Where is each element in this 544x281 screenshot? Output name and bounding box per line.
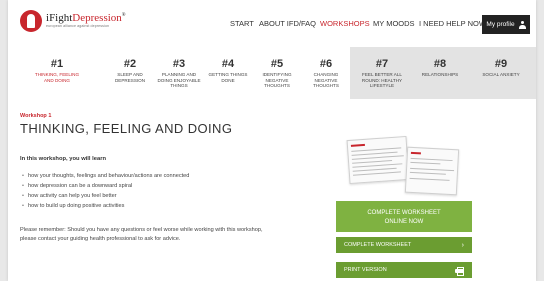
profile-label: My profile [486,21,515,28]
logo-name: iFightDepression® [46,13,126,24]
brand-logo[interactable]: iFightDepression® european alliance agai… [20,10,126,32]
nav-start[interactable]: START [230,19,254,28]
tab-label: FEEL BETTER ALL ROUND: HEALTHY LIFESTYLE [361,72,403,89]
tab-label: GETTING THINGS DONE [208,72,248,83]
complete-worksheet-button[interactable]: COMPLETE WORKSHEET › [336,237,472,253]
nav-i-need-help-now[interactable]: I NEED HELP NOW [419,19,486,28]
print-version-button[interactable]: PRINT VERSION [336,262,472,278]
tab-workshop-3[interactable]: #3 PLANNING AND DOING ENJOYABLE THINGS [154,47,204,99]
list-item: how your thoughts, feelings and behaviou… [22,173,189,183]
tab-number: #1 [50,58,64,70]
tab-label: IDENTIFYING NEGATIVE THOUGHTS [262,72,292,89]
worksheet-page [404,146,460,196]
tab-number: #9 [494,58,508,70]
logo-main: Fight [49,12,73,25]
tab-number: #3 [172,58,186,70]
logo-tagline: european alliance against depression [46,24,110,29]
tab-workshop-7[interactable]: #7 FEEL BETTER ALL ROUND: HEALTHY LIFEST… [350,47,414,99]
complete-worksheet-label: COMPLETE WORKSHEET [344,242,412,248]
tab-number: #6 [319,58,333,70]
print-version-label: PRINT VERSION [344,267,387,273]
worksheet-preview-image [340,134,474,196]
logo-registered: ® [121,13,126,19]
page: iFightDepression® european alliance agai… [8,0,536,281]
my-profile-button[interactable]: My profile [482,15,530,34]
site-header: iFightDepression® european alliance agai… [8,0,536,47]
user-icon [518,20,526,29]
tab-label: PLANNING AND DOING ENJOYABLE THINGS [157,72,201,89]
complete-online-panel: COMPLETE WORKSHEET ONLINE NOW [336,201,472,232]
tab-number: #7 [375,58,389,70]
tab-label: SLEEP AND DEPRESSION [114,72,146,83]
workshop-kicker: Workshop 1 [20,113,52,119]
panel-line-1: COMPLETE WORKSHEET [367,210,441,216]
logo-red: Depression [72,12,122,25]
list-item: how depression can be a downward spiral [22,183,189,193]
tab-number: #4 [221,58,235,70]
tab-workshop-9[interactable]: #9 SOCIAL ANXIETY [466,47,536,99]
list-item: how to build up doing positive activitie… [22,203,189,213]
tab-label: CHANGING NEGATIVE THOUGHTS [313,72,339,89]
panel-line-2: ONLINE NOW [384,219,424,226]
chevron-right-icon: › [461,241,464,249]
tab-workshop-6[interactable]: #6 CHANGING NEGATIVE THOUGHTS [302,47,350,99]
tab-label: SOCIAL ANXIETY [482,72,520,77]
tab-number: #8 [433,58,447,70]
tab-workshop-8[interactable]: #8 RELATIONSHIPS [414,47,466,99]
tab-workshop-4[interactable]: #4 GETTING THINGS DONE [204,47,252,99]
logo-text: iFightDepression® european alliance agai… [46,13,126,29]
workshop-tabs: #1 THINKING, FEELING AND DOING #2 SLEEP … [8,47,536,99]
tab-number: #2 [123,58,137,70]
intro-text: In this workshop, you will learn [20,156,106,162]
nav-workshops[interactable]: WORKSHOPS [320,19,370,28]
worksheet-page [346,135,410,185]
tab-label: RELATIONSHIPS [421,72,459,77]
tab-workshop-1[interactable]: #1 THINKING, FEELING AND DOING [8,47,106,99]
page-title: THINKING, FEELING AND DOING [20,121,233,136]
advice-note: Please remember: Should you have any que… [20,227,263,242]
printer-icon [455,266,464,276]
learning-list: how your thoughts, feelings and behaviou… [22,173,189,213]
tab-label: THINKING, FEELING AND DOING [34,72,80,83]
tab-workshop-5[interactable]: #5 IDENTIFYING NEGATIVE THOUGHTS [252,47,302,99]
list-item: how activity can help you feel better [22,193,189,203]
tab-workshop-2[interactable]: #2 SLEEP AND DEPRESSION [106,47,154,99]
nav-about-faq[interactable]: ABOUT IFD/FAQ [259,19,316,28]
tab-number: #5 [270,58,284,70]
logo-icon [20,10,42,32]
nav-my-moods[interactable]: MY MOODS [373,19,415,28]
